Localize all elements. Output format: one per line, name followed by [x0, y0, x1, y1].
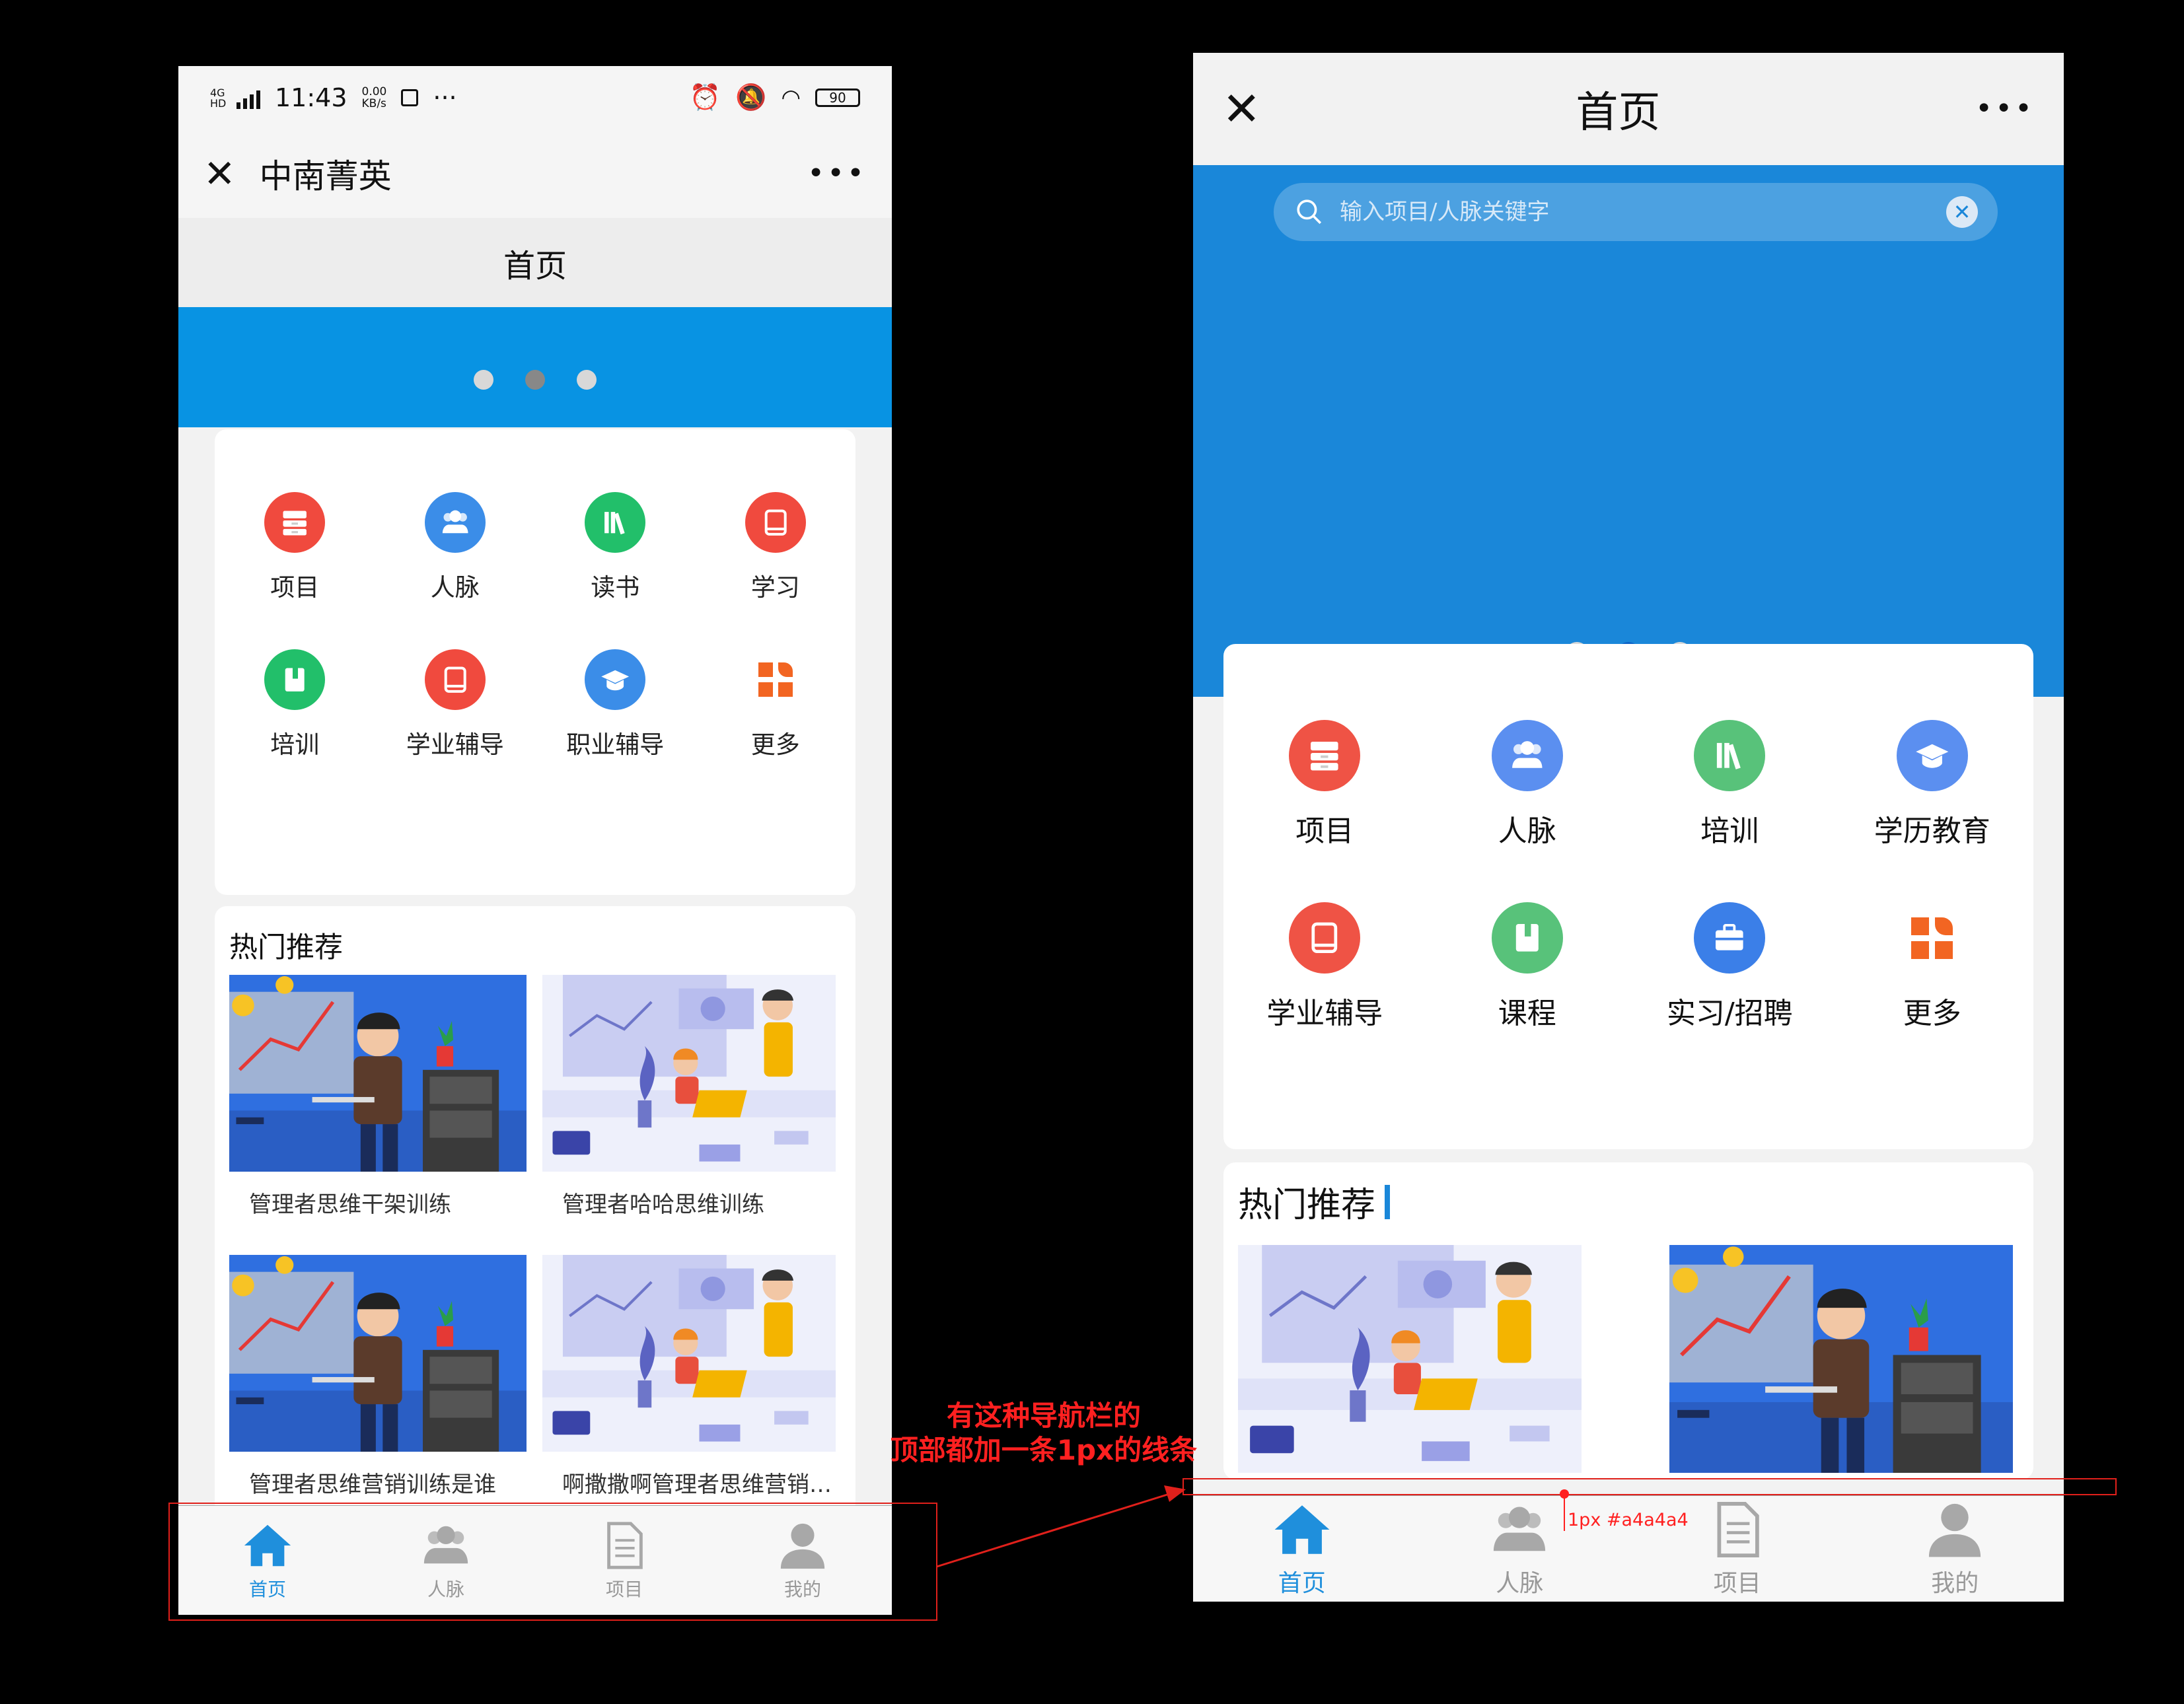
annotation-measure: 1px #a4a4a4	[1568, 1510, 1689, 1530]
annotation-note: 有这种导航栏的 顶部都加一条1px的线条	[890, 1400, 1198, 1466]
